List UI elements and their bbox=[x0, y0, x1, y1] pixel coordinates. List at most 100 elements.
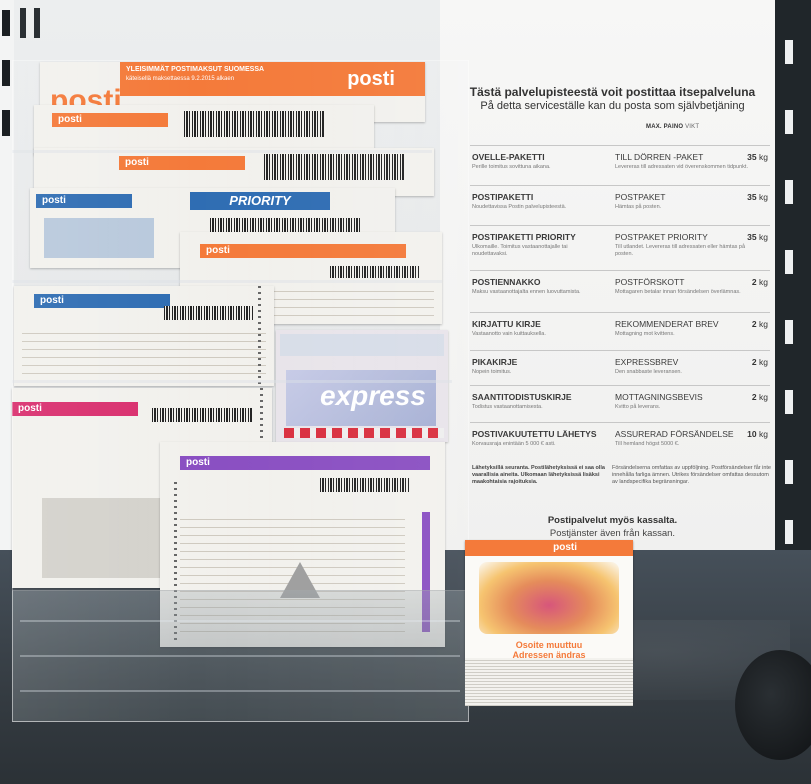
max-weight-label: MAX. PAINO bbox=[646, 124, 684, 130]
weight-unit: kg bbox=[759, 357, 768, 367]
sign-title-fi: Tästä palvelupisteestä voit postittaa it… bbox=[469, 85, 756, 99]
service-row: KIRJATTU KIRJE Vastaanotto vain kuittauks… bbox=[470, 312, 770, 351]
service-row: OVELLE-PAKETTI Perille toimitus sovittuna… bbox=[470, 145, 770, 184]
posti-band: posti bbox=[34, 294, 170, 308]
service-name-fi: PIKAKIRJE bbox=[472, 357, 518, 367]
service-name-fi: POSTIPAKETTI PRIORITY bbox=[472, 232, 576, 242]
note-sv: Försändelserna omfattas av uppföljning. … bbox=[612, 465, 771, 485]
rail-slot bbox=[785, 390, 793, 414]
service-weight: 2 kg bbox=[752, 357, 768, 367]
service-name-sv: EXPRESSBREV bbox=[615, 357, 679, 367]
footer-fi: Postipalvelut myös kassalta. bbox=[547, 515, 678, 526]
posti-band: posti bbox=[119, 156, 245, 170]
price-banner-title: YLEISIMMÄT POSTIMAKSUT SUOMESSA bbox=[126, 66, 265, 73]
weight-value: 2 bbox=[751, 277, 757, 287]
rack-ledge bbox=[20, 690, 460, 692]
posti-band: posti bbox=[200, 244, 406, 258]
flyer-stack: posti Osoite muuttuu Adressen ändras bbox=[465, 540, 635, 710]
barcode bbox=[164, 306, 254, 320]
service-name-fi: SAANTITODISTUSKIRJE bbox=[472, 392, 572, 402]
address-box bbox=[44, 218, 154, 258]
service-weight: 35 kg bbox=[747, 152, 768, 162]
service-desc-fi: Vastaanotto vain kuittauksella. bbox=[472, 331, 546, 337]
weight-unit: kg bbox=[759, 152, 768, 162]
service-row: POSTIVAKUUTETTU LÄHETYS Korvausraja enint… bbox=[470, 422, 770, 461]
rail-slot bbox=[2, 110, 10, 136]
weight-unit: kg bbox=[759, 192, 768, 202]
posti-band: posti bbox=[180, 456, 306, 470]
service-name-fi: OVELLE-PAKETTI bbox=[472, 152, 545, 162]
service-weight: 10 kg bbox=[747, 429, 768, 439]
service-desc-sv: Hämtas på posten. bbox=[615, 204, 662, 210]
rack-ledge bbox=[20, 655, 460, 657]
posti-band: posti bbox=[52, 113, 168, 127]
photo-scene: Tästä palvelupisteestä voit postittaa it… bbox=[0, 0, 811, 784]
service-weight: 2 kg bbox=[752, 319, 768, 329]
service-desc-fi: Ulkomaille. Toimitus vastaanottajalle ta… bbox=[472, 244, 568, 257]
service-weight: 35 kg bbox=[747, 192, 768, 202]
service-desc-fi: Nopein toimitus. bbox=[472, 369, 512, 375]
price-banner-sub: käteisellä maksettaessa 9.2.2015 alkaen bbox=[126, 76, 235, 82]
service-weight: 2 kg bbox=[752, 277, 768, 287]
service-name-sv: POSTPAKET PRIORITY bbox=[615, 232, 708, 242]
service-desc-fi: Todistus vastaanottamisesta. bbox=[472, 404, 543, 410]
weight-value: 35 bbox=[747, 152, 757, 162]
service-row: POSTIPAKETTI Noudettavissa Postin palvelu… bbox=[470, 185, 770, 224]
rack-ledge bbox=[20, 620, 460, 622]
service-desc-sv: Mottagaren betalar innan försändelsen öv… bbox=[615, 289, 741, 295]
rack-shelf bbox=[12, 380, 452, 383]
flyer: posti Osoite muuttuu Adressen ändras bbox=[465, 540, 633, 660]
note-fi: Lähetyksillä seuranta. Postilähetyksissä… bbox=[472, 465, 605, 485]
priority-label: PRIORITY bbox=[190, 192, 330, 210]
barcode bbox=[330, 266, 420, 278]
weight-value: 2 bbox=[751, 392, 757, 402]
service-name-fi: POSTIPAKETTI bbox=[472, 192, 534, 202]
rail-slot bbox=[785, 520, 793, 544]
service-row: POSTIENNAKKO Maksu vastaanottajalta ennen… bbox=[470, 270, 770, 309]
posti-band: posti bbox=[36, 194, 132, 208]
service-weight: 2 kg bbox=[752, 392, 768, 402]
service-name-sv: ASSURERAD FÖRSÄNDELSE bbox=[615, 429, 734, 439]
service-desc-fi: Perille toimitus sovittuna aikana. bbox=[472, 164, 551, 170]
form-express: express bbox=[276, 330, 448, 442]
rail-slot bbox=[785, 180, 793, 204]
barcode bbox=[184, 111, 324, 137]
service-desc-sv: Mottagning mot kvittens. bbox=[615, 331, 675, 337]
flyer-illustration bbox=[479, 562, 619, 634]
service-desc-sv: Till hemland högst 5000 €. bbox=[615, 441, 680, 447]
service-desc-fi: Korvausraja enintään 5 000 € asti. bbox=[472, 441, 556, 447]
service-desc-sv: Den snabbaste leveransen. bbox=[615, 369, 682, 375]
barcode bbox=[210, 218, 360, 232]
weight-value: 2 bbox=[751, 357, 757, 367]
weight-unit: kg bbox=[759, 429, 768, 439]
posti-band: posti bbox=[12, 402, 138, 416]
service-name-fi: KIRJATTU KIRJE bbox=[472, 319, 541, 329]
weight-unit: kg bbox=[759, 319, 768, 329]
flyer-band bbox=[465, 540, 633, 556]
rail-slot bbox=[785, 40, 793, 64]
flyer-title-fi: Osoite muuttuu bbox=[515, 640, 583, 650]
service-row: SAANTITODISTUSKIRJE Todistus vastaanottam… bbox=[470, 385, 770, 424]
barcode bbox=[152, 408, 252, 422]
weight-unit: kg bbox=[759, 392, 768, 402]
service-desc-fi: Noudettavissa Postin palvelupisteestä. bbox=[472, 204, 567, 210]
wall-slot bbox=[20, 8, 26, 38]
rail-slot bbox=[785, 250, 793, 274]
max-weight-label-sv: VIKT bbox=[685, 124, 700, 130]
rail-slot bbox=[2, 10, 10, 36]
weight-value: 2 bbox=[751, 319, 757, 329]
express-header bbox=[280, 334, 444, 356]
weight-value: 35 bbox=[747, 192, 757, 202]
service-desc-sv: Levereras till adressaten vid överenskom… bbox=[615, 164, 748, 170]
service-row: POSTIPAKETTI PRIORITY Ulkomaille. Toimitu… bbox=[470, 225, 770, 264]
service-name-sv: POSTPAKET bbox=[615, 192, 666, 202]
sign-title-sv: På detta serviceställe kan du posta som … bbox=[480, 100, 745, 112]
form-registered: posti bbox=[14, 286, 274, 386]
max-weight-header: MAX. PAINO VIKT bbox=[646, 124, 699, 130]
service-name-fi: POSTIENNAKKO bbox=[472, 277, 541, 287]
service-desc-fi: Maksu vastaanottajalta ennen luovuttamis… bbox=[472, 289, 581, 295]
express-stripe bbox=[284, 428, 444, 438]
weight-unit: kg bbox=[759, 232, 768, 242]
service-name-sv: MOTTAGNINGSBEVIS bbox=[615, 392, 703, 402]
posti-logo: posti bbox=[347, 68, 395, 90]
